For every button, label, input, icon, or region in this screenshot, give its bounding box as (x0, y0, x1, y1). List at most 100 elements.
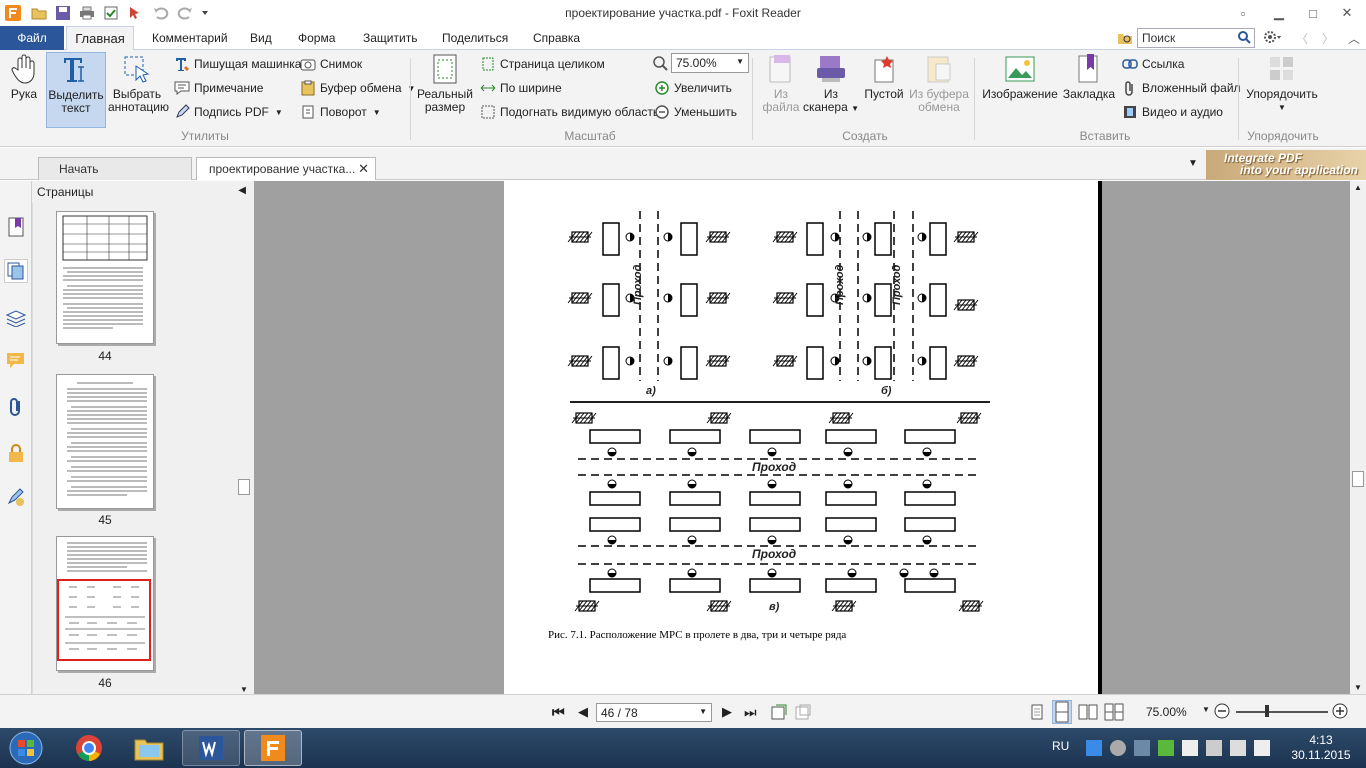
tray-flag-icon[interactable] (1182, 740, 1198, 756)
rotate-dropdown-icon[interactable]: ▼ (373, 108, 381, 117)
layers-panel-icon[interactable] (4, 306, 28, 330)
zoom-slider-track[interactable] (1236, 711, 1328, 713)
scanner-dropdown-icon[interactable]: ▼ (851, 104, 859, 113)
select-text-button[interactable]: Выделить текст (46, 52, 106, 128)
page-dropdown-icon[interactable]: ▼ (699, 707, 707, 716)
taskbar-clock[interactable]: 4:13 30.11.2015 (1286, 733, 1356, 763)
tab-comment[interactable]: Комментарий (142, 26, 238, 50)
taskbar-explorer[interactable] (120, 730, 178, 766)
taskbar-foxit[interactable] (244, 730, 302, 766)
thumbnails-scrollbar[interactable]: ▼ (237, 203, 251, 694)
select-annotation-button[interactable]: Выбрать аннотацию (108, 54, 169, 114)
facing-view-icon[interactable] (1078, 703, 1098, 724)
insert-link-button[interactable]: Ссылка (1122, 54, 1184, 74)
tab-current-document[interactable]: проектирование участка... ✕ (196, 157, 376, 180)
insert-video-button[interactable]: Видео и аудио (1122, 102, 1223, 122)
windows-start-button[interactable] (4, 729, 48, 767)
next-page-icon[interactable]: ▶ (722, 704, 732, 720)
tray-office-icon[interactable] (1086, 740, 1102, 756)
status-zoom-value[interactable]: 75.00% (1146, 705, 1187, 719)
document-scrollbar[interactable]: ▲ ▼ (1350, 181, 1366, 694)
first-page-icon[interactable]: ⏮ (552, 704, 565, 721)
arrange-dropdown-icon[interactable]: ▼ (1244, 101, 1320, 114)
tray-tools-icon[interactable] (1206, 740, 1222, 756)
tab-home[interactable]: Главная (66, 26, 134, 51)
tray-signal-icon[interactable] (1230, 740, 1246, 756)
zoom-out-button[interactable]: Уменьшить (654, 102, 737, 122)
sign-pdf-button[interactable]: Подпись PDF ▼ (174, 102, 283, 122)
taskbar-chrome[interactable] (60, 730, 118, 766)
thumbnail-page-46[interactable] (56, 536, 154, 671)
tray-network-icon[interactable] (1110, 740, 1126, 756)
tray-security-icon[interactable] (1158, 740, 1174, 756)
zoom-in-circle-icon[interactable] (1332, 703, 1348, 722)
thumbnails-scroll-thumb[interactable] (238, 479, 250, 495)
tab-close-icon[interactable]: ✕ (358, 161, 369, 177)
tab-list-dropdown-icon[interactable]: ▼ (1188, 158, 1198, 169)
insert-bookmark-button[interactable]: Закладка (1062, 54, 1116, 101)
actual-size-button[interactable]: Реальный размер (416, 54, 474, 114)
status-zoom-dropdown-icon[interactable]: ▼ (1202, 705, 1210, 714)
attachments-panel-icon[interactable] (4, 395, 28, 419)
thumbnail-page-45[interactable] (56, 374, 154, 509)
fit-page-button[interactable]: Страница целиком (480, 54, 605, 74)
signatures-panel-icon[interactable] (4, 485, 28, 509)
hand-tool-button[interactable]: Рука (4, 54, 44, 101)
taskbar-word[interactable] (182, 730, 240, 766)
create-from-file-button[interactable]: Из файла (756, 54, 806, 114)
tab-form[interactable]: Форма (288, 26, 345, 50)
insert-page-icon[interactable] (794, 703, 812, 724)
settings-gear-icon[interactable] (1262, 29, 1282, 48)
note-button[interactable]: Примечание (174, 78, 263, 98)
comments-panel-icon[interactable] (4, 349, 28, 373)
zoom-slider-thumb[interactable] (1265, 705, 1269, 717)
fit-visible-button[interactable]: Подогнать видимую область (480, 102, 659, 122)
create-from-scanner-button[interactable]: Из сканера ▼ (802, 54, 860, 115)
insert-image-button[interactable]: Изображение (982, 54, 1058, 101)
fit-width-button[interactable]: По ширине (480, 78, 562, 98)
zoom-dropdown-icon[interactable]: ▼ (736, 57, 744, 66)
arrange-button[interactable]: Упорядочить ▼ (1244, 54, 1320, 114)
language-indicator[interactable]: RU (1052, 739, 1069, 753)
promo-banner[interactable]: Integrate PDF into your application (1206, 150, 1366, 180)
create-blank-button[interactable]: Пустой (862, 54, 906, 101)
back-arrow-icon[interactable]: 〈 (1296, 30, 1308, 47)
collapse-ribbon-icon[interactable]: ︿ (1348, 30, 1360, 47)
document-scroll-thumb[interactable] (1352, 471, 1364, 487)
continuous-view-icon[interactable] (1052, 700, 1072, 724)
search-icon[interactable] (1237, 30, 1251, 47)
thumbnails-scroll-down-icon[interactable]: ▼ (240, 685, 248, 694)
maximize-button[interactable]: □ (1298, 2, 1328, 24)
zoom-select[interactable]: 75.00% ▼ (671, 53, 749, 73)
previous-page-icon[interactable]: ◀ (578, 704, 588, 720)
tray-display-icon[interactable] (1134, 740, 1150, 756)
zoom-in-button[interactable]: Увеличить (654, 78, 732, 98)
pdf-page[interactable]: Рис. 7.1. Расположение МРС в пролете в д… (504, 181, 1098, 694)
single-page-view-icon[interactable] (1030, 703, 1044, 724)
scroll-up-icon[interactable]: ▲ (1354, 183, 1362, 192)
create-from-clipboard-button[interactable]: Из буфера обмена (908, 54, 970, 114)
extract-page-icon[interactable] (770, 703, 788, 724)
security-lock-icon[interactable] (4, 441, 28, 465)
sign-dropdown-icon[interactable]: ▼ (275, 108, 283, 117)
forward-arrow-icon[interactable]: 〉 (1322, 30, 1334, 47)
clipboard-button[interactable]: Буфер обмена ▼ (300, 78, 415, 98)
thumbnail-page-44[interactable] (56, 211, 154, 344)
clipboard-dropdown-icon[interactable]: ▼ (408, 84, 416, 93)
tab-protect[interactable]: Защитить (353, 26, 427, 50)
search-input[interactable]: Поиск (1137, 28, 1255, 48)
typewriter-button[interactable]: Пишущая машинка (174, 54, 301, 74)
collapse-panel-icon[interactable]: ◀ (238, 185, 246, 196)
rotate-button[interactable]: Поворот ▼ (300, 102, 381, 122)
tab-share[interactable]: Поделиться (432, 26, 518, 50)
zoom-out-circle-icon[interactable] (1214, 703, 1230, 722)
tab-start[interactable]: Начать (38, 157, 192, 180)
continuous-facing-view-icon[interactable] (1104, 703, 1124, 724)
minimize-button[interactable]: ▁ (1264, 2, 1294, 24)
page-number-field[interactable]: 46 / 78 ▼ (596, 703, 712, 722)
find-folder-icon[interactable] (1117, 30, 1133, 49)
insert-attachment-button[interactable]: Вложенный файл (1122, 78, 1241, 98)
scroll-down-icon[interactable]: ▼ (1354, 683, 1362, 692)
close-button[interactable]: ✕ (1332, 2, 1362, 24)
tab-view[interactable]: Вид (240, 26, 282, 50)
